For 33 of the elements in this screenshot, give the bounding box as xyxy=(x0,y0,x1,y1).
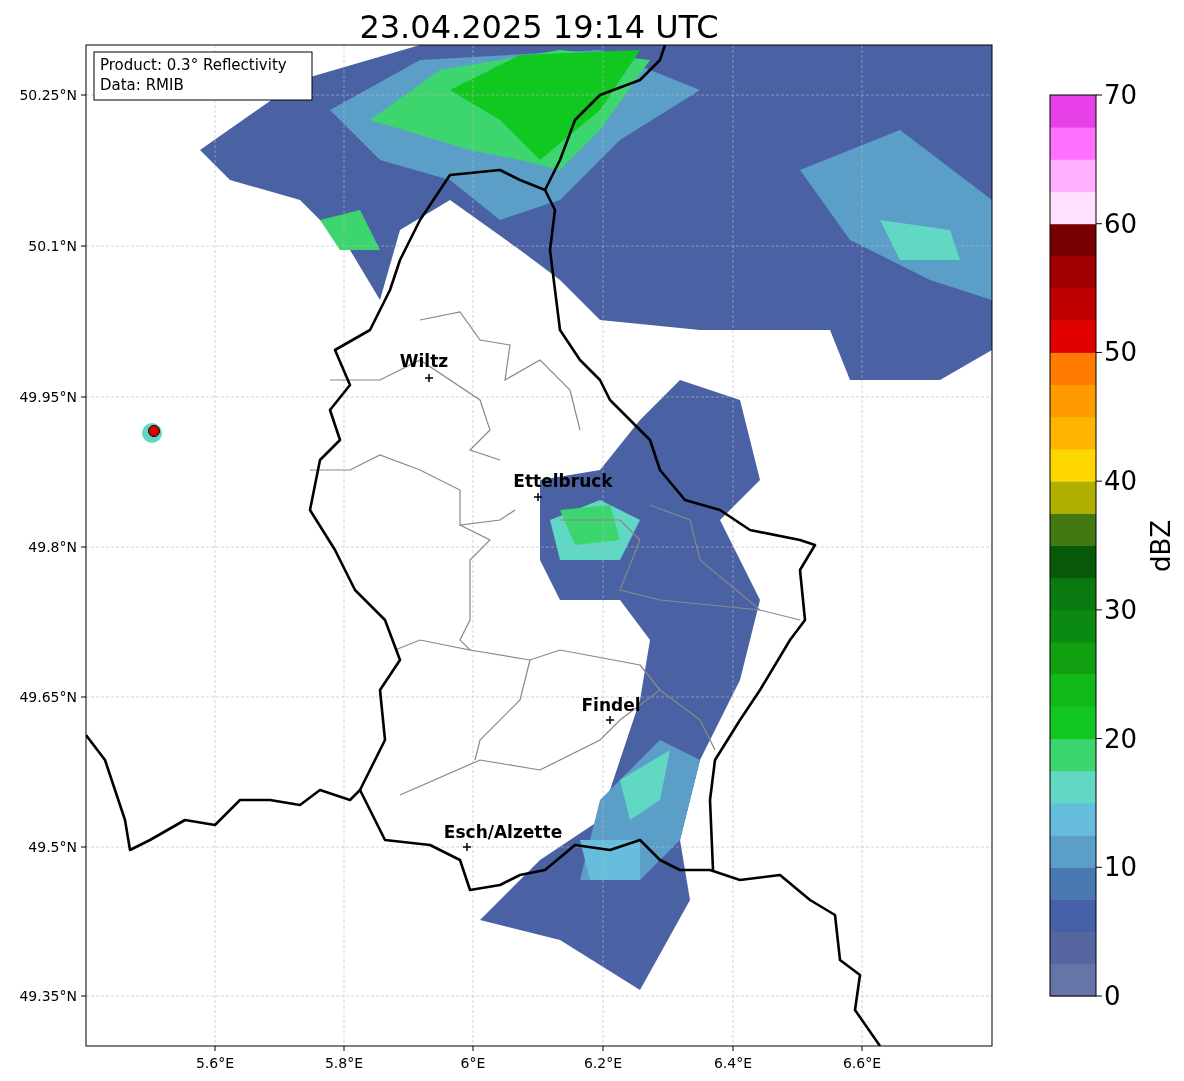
colorbar-tick-label: 40 xyxy=(1104,466,1138,497)
axis-tick-label: 49.65°N xyxy=(19,689,77,705)
colorbar-tick-label: 30 xyxy=(1104,594,1138,625)
axis-tick-label: 6.2°E xyxy=(583,1055,623,1071)
axis-tick-label: 6.6°E xyxy=(842,1055,882,1071)
axis-tick-label: 49.35°N xyxy=(19,988,77,1004)
axis-tick-label: 50.1°N xyxy=(28,238,77,254)
city-marker-icon xyxy=(605,715,615,725)
city-label: Esch/Alzette xyxy=(443,822,563,842)
colorbar-tick-label: 50 xyxy=(1104,337,1138,368)
axis-tick-label: 5.6°E xyxy=(195,1055,235,1071)
axis-tick-label: 49.95°N xyxy=(19,389,77,405)
colorbar-label: dBZ xyxy=(1146,519,1176,573)
legend-text: Product: 0.3° Reflectivity xyxy=(100,56,287,74)
city-marker-icon xyxy=(424,373,434,383)
city-marker-icon xyxy=(462,842,472,852)
axis-tick-label: 6°E xyxy=(460,1055,486,1071)
axis-tick-label: 6.4°E xyxy=(713,1055,753,1071)
radar-site-marker xyxy=(148,425,160,437)
chart-title: 23.04.2025 19:14 UTC xyxy=(359,8,719,46)
city-marker-icon xyxy=(533,492,543,502)
city-label: Findel xyxy=(581,695,641,715)
colorbar-tick-label: 60 xyxy=(1104,208,1138,239)
axis-tick-label: 50.25°N xyxy=(19,87,77,103)
axis-tick-label: 5.8°E xyxy=(324,1055,364,1071)
colorbar-tick-label: 20 xyxy=(1104,723,1138,754)
colorbar-tick-label: 70 xyxy=(1104,80,1138,110)
colorbar-tick-label: 0 xyxy=(1104,981,1121,1011)
axis-tick-label: 49.5°N xyxy=(28,839,77,855)
legend-text: Data: RMIB xyxy=(100,76,184,94)
axis-tick-label: 49.8°N xyxy=(28,539,77,555)
city-label: Wiltz xyxy=(399,351,449,371)
colorbar-tick-label: 10 xyxy=(1104,852,1138,883)
